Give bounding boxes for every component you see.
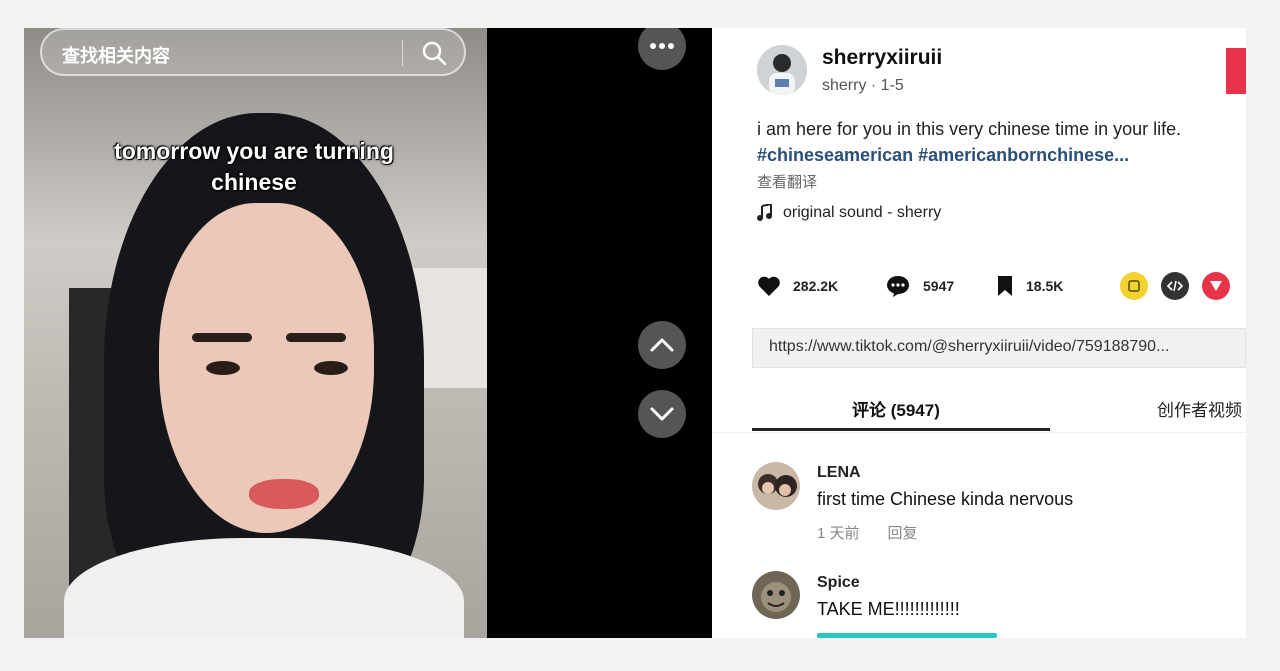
translate-link[interactable]: 查看翻译 (757, 171, 817, 192)
save-button[interactable]: 18.5K (996, 275, 1106, 297)
chevron-up-icon (650, 338, 674, 352)
next-video-button[interactable] (638, 390, 686, 438)
tab-active-indicator (752, 428, 1050, 431)
save-count: 18.5K (1026, 278, 1064, 294)
sound-link[interactable]: original sound - sherry (757, 204, 941, 222)
comment-meta: 1 天前 回复 (817, 522, 918, 543)
embed-button[interactable] (1161, 272, 1189, 300)
author-subline: sherry · 1-5 (822, 77, 904, 94)
engagement-stats: 282.2K 5947 18.5K (757, 274, 1106, 298)
bookmark-icon (998, 276, 1012, 296)
avatar-image (757, 45, 807, 95)
post-description: i am here for you in this very chinese t… (757, 119, 1182, 139)
video-url-box[interactable]: https://www.tiktok.com/@sherryxiiruii/vi… (752, 328, 1246, 368)
commenter-avatar[interactable] (752, 462, 800, 510)
more-icon (650, 43, 674, 49)
comment-author[interactable]: LENA (817, 464, 861, 482)
send-button[interactable] (1202, 272, 1230, 300)
like-count: 282.2K (793, 278, 839, 294)
embed-code-icon (1167, 280, 1183, 292)
like-button[interactable]: 282.2K (757, 275, 885, 297)
avatar-image (752, 462, 800, 510)
person-eye (314, 361, 348, 375)
comment-count: 5947 (923, 278, 955, 294)
commenter-avatar[interactable] (752, 571, 800, 619)
person-eye (206, 361, 240, 375)
search-icon[interactable] (420, 39, 448, 67)
comment-author[interactable]: Spice (817, 574, 860, 592)
search-divider (402, 40, 403, 66)
search-placeholder[interactable]: 查找相关内容 (62, 42, 170, 68)
comment-icon (887, 276, 909, 297)
detail-panel: sherryxiiruii sherry · 1-5 i am here for… (712, 28, 1246, 638)
share-icon (1128, 280, 1140, 292)
chevron-down-icon (650, 407, 674, 421)
post-hashtags[interactable]: #chineseamerican #americanbornchinese... (757, 145, 1129, 166)
sound-label: original sound - sherry (783, 204, 942, 221)
heart-icon (758, 276, 780, 296)
person-brow (192, 333, 252, 342)
follow-button[interactable] (1226, 48, 1246, 94)
person-brow (286, 333, 346, 342)
search-bar[interactable]: 查找相关内容 (40, 28, 466, 76)
reply-button[interactable]: 回复 (888, 522, 918, 543)
comment-text: TAKE ME!!!!!!!!!!!!! (817, 599, 960, 619)
avatar-image (752, 571, 800, 619)
author-username[interactable]: sherryxiiruii (822, 46, 942, 70)
comment-button[interactable]: 5947 (885, 274, 996, 298)
comment-time: 1 天前 (817, 525, 860, 542)
author-avatar[interactable] (757, 45, 807, 95)
tab-divider (712, 432, 1246, 433)
share-friends-button[interactable] (1120, 272, 1148, 300)
tab-comments[interactable]: 评论 (5947) (852, 396, 940, 421)
tab-creator-videos[interactable]: 创作者视频 (1157, 396, 1242, 421)
person-lips (249, 479, 319, 509)
comment-text: first time Chinese kinda nervous (817, 489, 1074, 509)
previous-video-button[interactable] (638, 321, 686, 369)
video-caption: tomorrow you are turning chinese (114, 138, 394, 195)
screenshot-frame: 查找相关内容 tomorrow you are turning chinese (24, 28, 1246, 638)
comment-input-indicator (817, 633, 997, 638)
send-icon (1210, 281, 1222, 291)
music-note-icon (757, 204, 772, 221)
video-player[interactable]: 查找相关内容 tomorrow you are turning chinese (24, 28, 487, 638)
